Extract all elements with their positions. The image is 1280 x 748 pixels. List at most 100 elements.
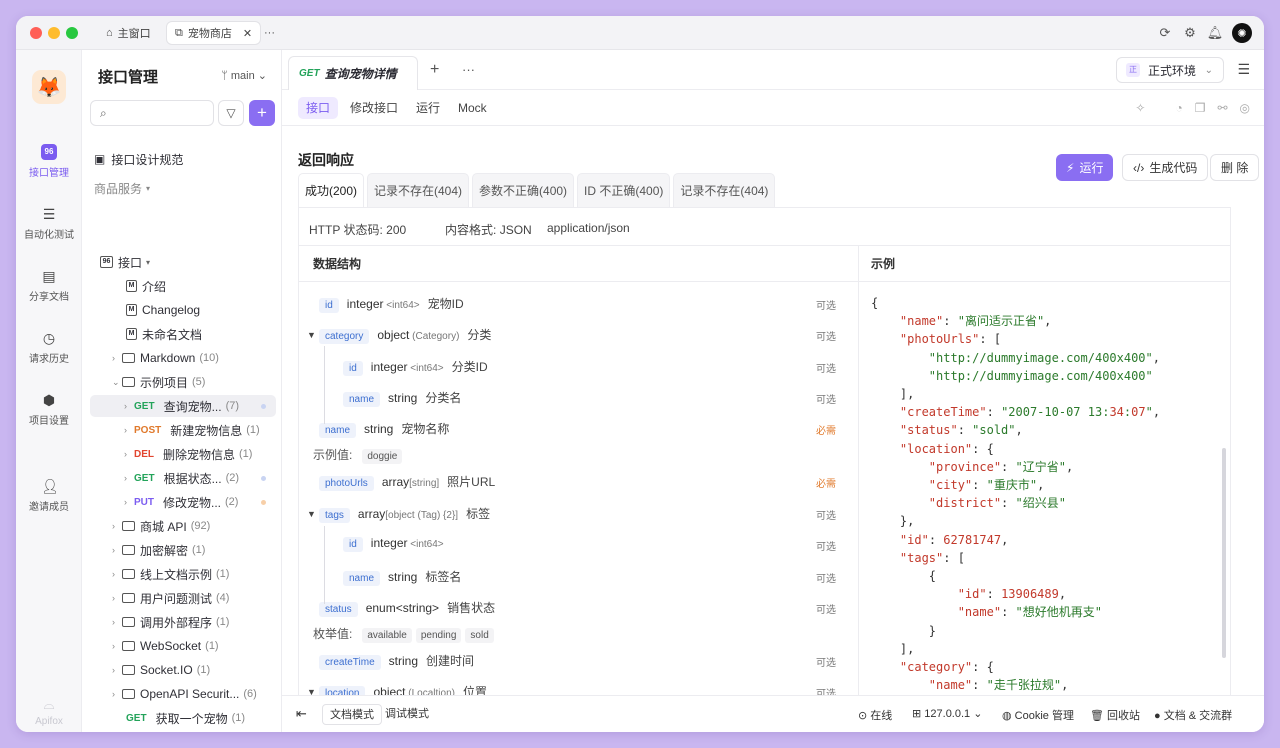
gen-label: 生成代码 [1149,161,1198,175]
debug-mode-button[interactable]: 调试模式 [378,704,436,725]
tab-api[interactable]: 接口 [298,97,339,119]
copy-icon[interactable]: ❐ [1195,101,1206,115]
gear-icon[interactable]: ⚙ [1182,25,1198,41]
chevron-right-icon[interactable]: › [112,521,122,531]
tree-api-item[interactable]: › DEL 删除宠物信息 (1) [90,443,276,465]
host-selector[interactable]: ⊞ 127.0.0.1 ⌄ [912,707,982,720]
chevron-right-icon[interactable]: › [112,569,122,579]
magic-icon[interactable]: ✧ [1135,101,1145,115]
generate-code-button[interactable]: ‹/› 生成代码 [1122,154,1209,181]
chevron-right-icon[interactable]: › [112,665,122,675]
rail-item-share-docs[interactable]: ▤ 分享文档 [16,268,82,303]
tab-run[interactable]: 运行 [408,97,448,119]
rail-item-invite[interactable]: 👤︎ 邀请成员 [16,478,82,513]
group-header[interactable]: 商品服务 ▾ [94,177,280,199]
environment-select[interactable]: 正 正式环境 ⌄ [1116,57,1224,83]
caret-down-icon[interactable]: ▼ [307,509,316,519]
api-folder-icon: 96 [100,256,113,268]
chevron-right-icon[interactable]: › [124,425,134,435]
search-input[interactable]: ⌕ [90,100,214,126]
menu-icon[interactable]: ☰ [1237,61,1250,78]
tree-doc[interactable]: M 未命名文档 [90,323,276,345]
more-tabs-button[interactable]: ··· [256,21,283,45]
response-tab-400[interactable]: 参数不正确(400) [472,173,575,207]
tab-main-window[interactable]: ⌂ 主窗口 [98,21,159,45]
tree-api-item[interactable]: GET未命名接口 [90,731,276,732]
chevron-right-icon[interactable]: › [112,617,122,627]
field-name: status [319,602,358,617]
online-status[interactable]: ⊙ 在线 [858,707,892,723]
tree-api-item[interactable]: › GET 根据状态... (2) [90,467,276,489]
target-icon[interactable]: ◎ [1240,101,1250,115]
tree-api-item[interactable]: › PUT 修改宠物... (2) [90,491,276,513]
tree-folder[interactable]: › 商城 API (92) [90,515,276,537]
tree-doc[interactable]: M 介绍 [90,275,276,297]
cookie-manager[interactable]: ◍ Cookie 管理 [1002,707,1074,723]
tree-api-item[interactable]: › GET 查询宠物... (7) [90,395,276,417]
tree-folder[interactable]: › OpenAPI Securit... (6) [90,683,276,705]
response-tab-404[interactable]: 记录不存在(404) [367,173,470,207]
close-tab-icon[interactable]: ✕ [243,27,252,40]
chevron-right-icon[interactable]: › [124,449,134,459]
tab-get-pet-detail[interactable]: GET 查询宠物详情 [288,56,418,90]
caret-down-icon[interactable]: ▼ [307,687,316,695]
caret-down-icon[interactable]: ▼ [307,330,316,340]
openai-icon[interactable]: ✺ [1232,23,1252,43]
branch-selector[interactable]: ᛘ main ⌄ [221,69,267,82]
tree-api-item[interactable]: GET 获取一个宠物 (1) [90,707,276,729]
item-count: (1) [239,448,253,460]
tree-folder[interactable]: › 线上文档示例 (1) [90,563,276,585]
chevron-right-icon[interactable]: › [112,593,122,603]
run-button[interactable]: ⚡︎ 运行 [1056,154,1114,181]
zoom-window-button[interactable] [66,27,78,39]
project-avatar[interactable]: 🦊 [32,70,66,104]
chevron-right-icon[interactable]: › [112,545,122,555]
close-window-button[interactable] [30,27,42,39]
tree-folder[interactable]: › Markdown (10) [90,347,276,369]
rail-item-automation[interactable]: ☰ 自动化测试 [16,206,82,241]
tree-folder[interactable]: › 加密解密 (1) [90,539,276,561]
tree-doc[interactable]: M Changelog [90,299,276,321]
tree-folder[interactable]: › 调用外部程序 (1) [90,611,276,633]
chevron-right-icon[interactable]: › [124,401,134,411]
tab-mock[interactable]: Mock [450,97,495,119]
rail-item-history[interactable]: ◷ 请求历史 [16,330,82,365]
tree-folder[interactable]: › Socket.IO (1) [90,659,276,681]
chevron-right-icon[interactable]: › [112,353,122,363]
tab-pet-store[interactable]: ⧉ 宠物商店 ✕ [166,21,262,45]
docs-community[interactable]: ● 文档 & 交流群 [1154,707,1232,723]
add-button[interactable]: + [249,100,275,126]
more-icon[interactable]: ··· [462,62,475,77]
tab-edit-api[interactable]: 修改接口 [342,97,406,119]
rail-item-settings[interactable]: ⬢ 项目设置 [16,392,82,427]
item-count: (1) [216,568,230,580]
refresh-icon[interactable]: ⟳ [1157,25,1173,41]
rail-item-api-management[interactable]: 96 接口管理 [16,144,82,179]
delete-button[interactable]: 删 除 [1210,154,1260,181]
tree-root[interactable]: 96 接口 ▾ [90,251,276,273]
chevron-right-icon[interactable]: › [112,641,122,651]
response-tab-200[interactable]: 成功(200) [298,173,365,207]
bell-icon[interactable]: 🔔︎ [1207,25,1224,41]
folder-icon [122,569,135,579]
chevron-right-icon[interactable]: › [124,497,134,507]
response-tab-id-400[interactable]: ID 不正确(400) [577,173,671,207]
minimize-window-button[interactable] [48,27,60,39]
recycle-bin[interactable]: 🗑︎ 回收站 [1090,707,1140,723]
chevron-right-icon[interactable]: › [124,473,134,483]
tree-folder[interactable]: › 用户问题测试 (4) [90,587,276,609]
response-tab-404b[interactable]: 记录不存在(404) [673,173,776,207]
tree-folder[interactable]: ⌄ 示例项目 (5) [90,371,276,393]
collapse-sidebar-icon[interactable]: ⇤ [296,706,307,722]
doc-mode-button[interactable]: 文档模式 [322,704,382,725]
new-tab-button[interactable]: + [430,61,439,79]
tree-folder[interactable]: › WebSocket (1) [90,635,276,657]
chevron-down-icon[interactable]: ⌄ [112,377,122,388]
tree-api-item[interactable]: › POST 新建宠物信息 (1) [90,419,276,441]
chevron-right-icon[interactable]: › [112,689,122,699]
branch-icon[interactable]: ⚯ [1217,101,1227,115]
share-icon[interactable]: ◔ [1175,101,1182,115]
scrollbar[interactable] [1222,448,1226,658]
filter-button[interactable]: ▽ [218,100,244,126]
design-spec-link[interactable]: ▣ 接口设计规范 [94,148,280,170]
